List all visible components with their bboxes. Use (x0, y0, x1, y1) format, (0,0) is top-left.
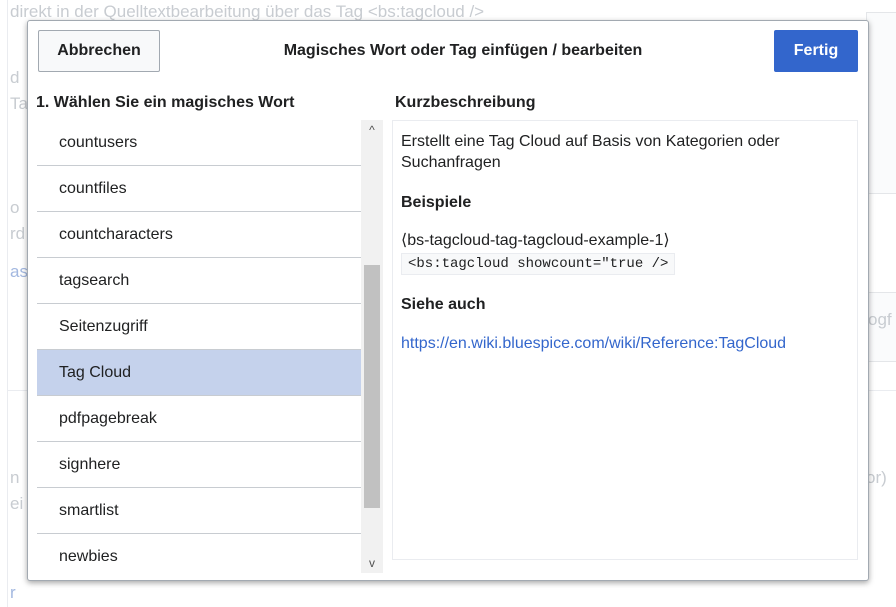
done-button[interactable]: Fertig (774, 30, 858, 72)
examples-heading: Beispiele (401, 194, 472, 211)
dialog-header: Abbrechen Magisches Wort oder Tag einfüg… (28, 21, 868, 87)
list-item[interactable]: Seitenzugriff (37, 304, 361, 350)
description-panel: Erstellt eine Tag Cloud auf Basis von Ka… (392, 120, 858, 560)
magic-word-list-heading: 1. Wählen Sie ein magisches Wort (36, 94, 295, 111)
list-item-selected[interactable]: Tag Cloud (37, 350, 361, 396)
list-item[interactable]: pdfpagebreak (37, 396, 361, 442)
cancel-button[interactable]: Abbrechen (38, 30, 160, 72)
list-item[interactable]: countfiles (37, 166, 361, 212)
scrollbar-thumb[interactable] (364, 265, 380, 508)
background-fragment: rd (10, 224, 26, 243)
magic-word-dialog: Abbrechen Magisches Wort oder Tag einfüg… (27, 20, 869, 581)
page-left-border (7, 0, 8, 607)
scroll-up-icon[interactable]: ^ (361, 120, 383, 140)
description-heading: Kurzbeschreibung (395, 94, 536, 111)
list-item[interactable]: tagsearch (37, 258, 361, 304)
background-fragment: r (10, 583, 16, 602)
dialog-title: Magisches Wort oder Tag einfügen / bearb… (283, 42, 643, 59)
magic-word-list[interactable]: countusers countfiles countcharacters ta… (37, 120, 361, 573)
scroll-down-icon[interactable]: v (361, 553, 383, 573)
background-panel (866, 12, 896, 194)
background-fragment: o (10, 198, 20, 217)
background-top-text: direkt in der Quelltextbearbeitung über … (10, 2, 485, 21)
list-item[interactable]: countcharacters (37, 212, 361, 258)
background-fragment: n (10, 468, 20, 487)
list-item[interactable]: countusers (37, 120, 361, 166)
list-item[interactable]: smartlist (37, 488, 361, 534)
background-fragment: ogf (868, 310, 892, 329)
example-name: ⟨bs-tagcloud-tag-tagcloud-example-1⟩ (401, 232, 670, 249)
reference-link[interactable]: https://en.wiki.bluespice.com/wiki/Refer… (401, 335, 849, 353)
background-fragment: d (10, 68, 20, 87)
background-fragment: ei (10, 494, 24, 513)
example-code: <bs:tagcloud showcount="true /> (401, 253, 676, 275)
see-also-heading: Siehe auch (401, 296, 486, 313)
description-text: Erstellt eine Tag Cloud auf Basis von Ka… (401, 133, 780, 171)
background-fragment: or) (866, 468, 887, 487)
list-item[interactable]: newbies (37, 534, 361, 573)
list-scrollbar[interactable]: ^ v (361, 120, 383, 573)
list-item[interactable]: signhere (37, 442, 361, 488)
